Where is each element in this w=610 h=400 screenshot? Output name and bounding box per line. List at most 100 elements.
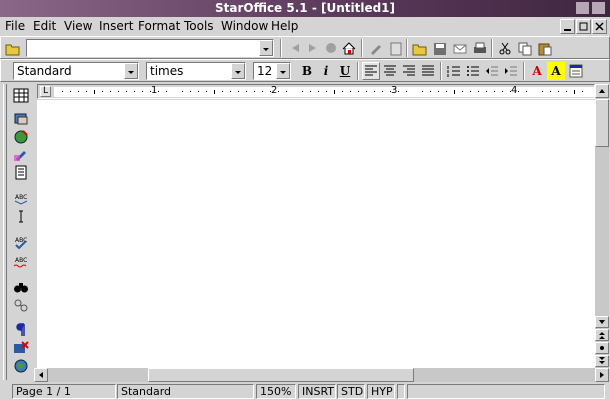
- insert-mode[interactable]: INSRT: [298, 384, 336, 399]
- doc-restore-button[interactable]: [576, 19, 591, 34]
- insert-table-icon[interactable]: [11, 86, 31, 104]
- edit-file-icon[interactable]: [367, 39, 385, 57]
- next-page-button[interactable]: [595, 355, 609, 367]
- insert-object-icon[interactable]: [11, 109, 31, 127]
- find-binoculars-icon[interactable]: [11, 278, 31, 296]
- back-arrow-icon[interactable]: [286, 39, 304, 57]
- horizontal-scroll-thumb[interactable]: [148, 368, 414, 382]
- increase-indent-icon[interactable]: [502, 62, 520, 80]
- document-modified-indicator: [397, 384, 405, 399]
- scroll-left-button[interactable]: [34, 368, 48, 382]
- horizontal-scrollbar[interactable]: [34, 368, 609, 382]
- status-bar: Page 1 / 1 Standard 150% INSRT STD HYP: [0, 383, 610, 400]
- menu-bar: File Edit View Insert Format Tools Windo…: [0, 17, 610, 35]
- text-cursor-icon[interactable]: [11, 207, 31, 225]
- edit-document-icon[interactable]: [387, 39, 405, 57]
- print-icon[interactable]: [471, 39, 489, 57]
- separator: [361, 39, 363, 57]
- align-right-icon[interactable]: [400, 62, 418, 80]
- ruler-number: 1: [151, 85, 158, 96]
- insert-draw-icon[interactable]: [11, 127, 31, 145]
- vertical-scrollbar[interactable]: [595, 84, 609, 368]
- document-page[interactable]: [37, 100, 595, 368]
- toolbar-handle[interactable]: [3, 84, 7, 380]
- menu-insert[interactable]: Insert: [99, 19, 133, 33]
- font-name-dropdown-button[interactable]: [231, 63, 245, 79]
- status-info-field: [407, 384, 605, 399]
- italic-button[interactable]: i: [317, 62, 335, 80]
- forward-arrow-icon[interactable]: [304, 39, 322, 57]
- font-size-dropdown-button[interactable]: [276, 63, 290, 79]
- paragraph-style-dropdown-button[interactable]: [124, 63, 138, 79]
- auto-spellcheck-icon[interactable]: ABC: [11, 252, 31, 270]
- nonprinting-chars-icon[interactable]: [11, 320, 31, 338]
- align-center-icon[interactable]: [381, 62, 399, 80]
- font-name-combobox[interactable]: times: [146, 62, 246, 80]
- numbering-icon[interactable]: [445, 62, 463, 80]
- separator: [491, 39, 493, 57]
- separator: [280, 39, 282, 57]
- graphics-off-icon[interactable]: [11, 338, 31, 356]
- scroll-up-button[interactable]: [595, 84, 609, 98]
- background-color-icon[interactable]: [567, 62, 585, 80]
- page-count: Page 1 / 1: [12, 384, 116, 399]
- open-folder-icon[interactable]: [4, 39, 22, 57]
- paragraph-style-value: Standard: [17, 64, 72, 78]
- menu-file[interactable]: File: [5, 19, 25, 33]
- selection-mode[interactable]: STD: [337, 384, 365, 399]
- previous-page-button[interactable]: [595, 329, 609, 341]
- hyperlink-mode[interactable]: HYP: [367, 384, 395, 399]
- stop-icon[interactable]: [322, 39, 340, 57]
- open-icon[interactable]: [411, 39, 429, 57]
- insert-fields-icon[interactable]: [11, 163, 31, 181]
- justify-icon[interactable]: [419, 62, 437, 80]
- paste-icon[interactable]: [536, 39, 554, 57]
- bold-button[interactable]: B: [298, 62, 316, 80]
- menu-tools[interactable]: Tools: [184, 19, 214, 33]
- email-icon[interactable]: [451, 39, 469, 57]
- maximize-button[interactable]: [592, 2, 605, 14]
- svg-text:ABC: ABC: [15, 257, 27, 264]
- window-title: StarOffice 5.1 - [Untitled1]: [214, 1, 396, 15]
- menu-help[interactable]: Help: [271, 19, 298, 33]
- title-bar: StarOffice 5.1 - [Untitled1]: [0, 0, 610, 17]
- align-left-icon[interactable]: [362, 62, 380, 80]
- url-combobox[interactable]: [26, 39, 274, 57]
- save-icon[interactable]: [431, 39, 449, 57]
- menu-view[interactable]: View: [64, 19, 92, 33]
- menu-window[interactable]: Window: [221, 19, 268, 33]
- svg-text:ABC: ABC: [15, 194, 27, 201]
- tab-type-button[interactable]: L: [40, 86, 51, 97]
- separator: [406, 39, 408, 57]
- zoom-level[interactable]: 150%: [256, 384, 296, 399]
- horizontal-ruler[interactable]: L 1 2 3 4: [37, 84, 595, 99]
- home-icon[interactable]: [340, 39, 358, 57]
- doc-minimize-button[interactable]: [560, 19, 575, 34]
- bullets-icon[interactable]: [464, 62, 482, 80]
- scroll-right-button[interactable]: [595, 368, 609, 382]
- spellcheck-icon[interactable]: ABC: [11, 233, 31, 251]
- ruler-number: 2: [271, 85, 278, 96]
- decrease-indent-icon[interactable]: [483, 62, 501, 80]
- font-size-combobox[interactable]: 12: [253, 62, 291, 80]
- underline-button[interactable]: U: [336, 62, 354, 80]
- menu-edit[interactable]: Edit: [33, 19, 56, 33]
- font-color-button[interactable]: A: [528, 62, 546, 80]
- online-layout-icon[interactable]: [11, 356, 31, 374]
- menu-format[interactable]: Format: [138, 19, 180, 33]
- scroll-down-button[interactable]: [595, 316, 609, 328]
- navigation-button[interactable]: [595, 342, 609, 354]
- formatting-toolbar: Standard times 12 B i U A A: [0, 59, 610, 82]
- page-style[interactable]: Standard: [117, 384, 254, 399]
- cut-icon[interactable]: [496, 39, 514, 57]
- highlight-button[interactable]: A: [547, 62, 565, 80]
- paragraph-style-combobox[interactable]: Standard: [13, 62, 139, 80]
- copy-icon[interactable]: [516, 39, 534, 57]
- vertical-scroll-thumb[interactable]: [595, 99, 609, 147]
- insert-form-icon[interactable]: [11, 145, 31, 163]
- autocomplete-icon[interactable]: ABC: [11, 189, 31, 207]
- minimize-button[interactable]: [576, 2, 589, 14]
- doc-close-button[interactable]: [592, 19, 607, 34]
- navigator-icon[interactable]: [11, 296, 31, 314]
- url-dropdown-button[interactable]: [259, 40, 273, 56]
